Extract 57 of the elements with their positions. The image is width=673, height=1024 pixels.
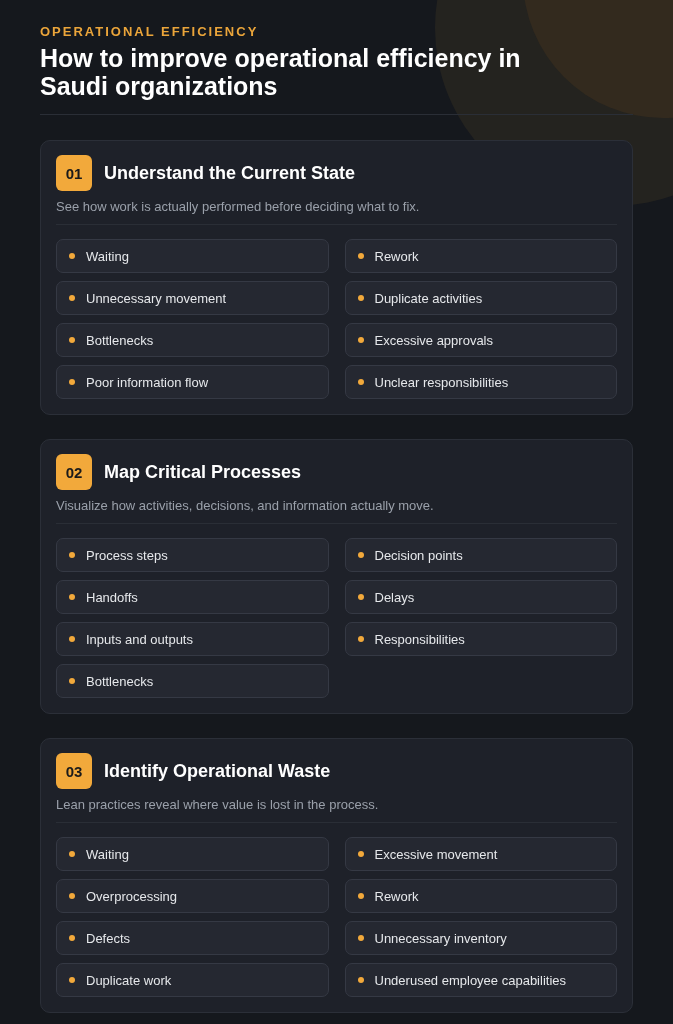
bullet-icon bbox=[357, 295, 364, 301]
step-number: 01 bbox=[56, 155, 92, 191]
item-label: Delays bbox=[374, 589, 415, 605]
item-label: Unclear responsibilities bbox=[374, 374, 509, 390]
item-label: Poor information flow bbox=[86, 374, 209, 390]
bullet-icon bbox=[69, 636, 75, 642]
bullet-icon bbox=[357, 253, 364, 259]
item-label: Duplicate activities bbox=[374, 290, 483, 306]
page-title: How to improve operational efficiency in Saudi organizations bbox=[40, 44, 522, 100]
item-label: Duplicate work bbox=[86, 972, 172, 988]
item-label: Overprocessing bbox=[86, 888, 178, 904]
item-label: Defects bbox=[86, 930, 131, 946]
bullet-icon bbox=[69, 337, 75, 343]
item-label: Process steps bbox=[86, 547, 168, 563]
item-label: Waiting bbox=[86, 846, 129, 862]
bullet-icon bbox=[69, 893, 75, 899]
bullet-icon bbox=[357, 935, 364, 941]
bullet-icon bbox=[69, 977, 75, 983]
eyebrow-label: OPERATIONAL EFFICIENCY bbox=[40, 24, 260, 40]
step-number: 02 bbox=[56, 454, 92, 490]
bullet-icon bbox=[357, 977, 364, 983]
bullet-icon bbox=[357, 379, 364, 385]
section-description: Visualize how activities, decisions, and information actually move. bbox=[56, 498, 435, 514]
item-label: Underused employee capabilities bbox=[374, 972, 566, 988]
bullet-icon bbox=[357, 337, 364, 343]
item-label: Rework bbox=[374, 888, 419, 904]
item-label: Bottlenecks bbox=[86, 673, 154, 689]
bullet-icon bbox=[69, 678, 75, 684]
section-title: Map Critical Processes bbox=[104, 461, 302, 483]
item-label: Excessive movement bbox=[374, 846, 498, 862]
section-title: Identify Operational Waste bbox=[104, 760, 331, 782]
bullet-icon bbox=[69, 851, 75, 857]
step-number: 03 bbox=[56, 753, 92, 789]
item-label: Unnecessary movement bbox=[86, 290, 227, 306]
bullet-icon bbox=[69, 935, 75, 941]
item-label: Excessive approvals bbox=[374, 332, 493, 348]
bullet-icon bbox=[69, 253, 75, 259]
bullet-icon bbox=[357, 594, 364, 600]
bullet-icon bbox=[357, 893, 364, 899]
item-label: Waiting bbox=[86, 248, 129, 264]
section-description: See how work is actually performed before deciding what to fix. bbox=[56, 199, 421, 215]
section-title: Understand the Current State bbox=[104, 162, 356, 184]
bullet-icon bbox=[69, 594, 75, 600]
bullet-icon bbox=[357, 552, 364, 558]
item-label: Decision points bbox=[374, 547, 463, 563]
item-label: Unnecessary inventory bbox=[374, 930, 507, 946]
bullet-icon bbox=[69, 379, 75, 385]
item-label: Rework bbox=[374, 248, 419, 264]
section-description: Lean practices reveal where value is lost in the process. bbox=[56, 797, 380, 813]
item-label: Responsibilities bbox=[374, 631, 465, 647]
item-label: Handoffs bbox=[86, 589, 138, 605]
bullet-icon bbox=[69, 295, 75, 301]
bullet-icon bbox=[69, 552, 75, 558]
bullet-icon bbox=[357, 851, 364, 857]
item-label: Bottlenecks bbox=[86, 332, 154, 348]
item-label: Inputs and outputs bbox=[86, 631, 193, 647]
bullet-icon bbox=[357, 636, 364, 642]
